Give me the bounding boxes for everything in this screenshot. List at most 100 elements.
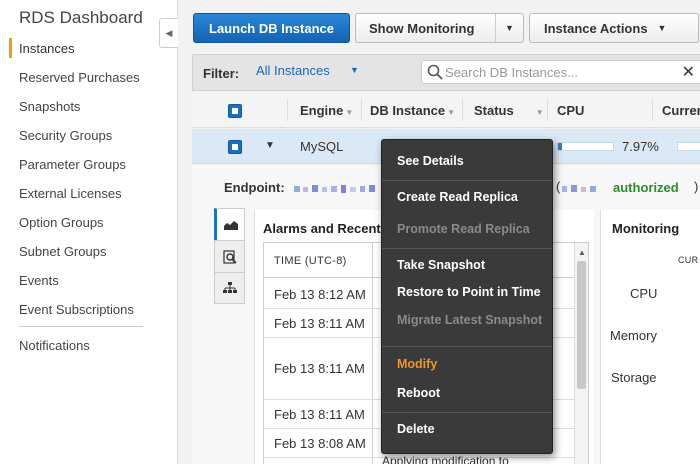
- search-input[interactable]: [445, 63, 665, 81]
- time-column-header: TIME (UTC-8): [274, 255, 347, 267]
- column-header-status[interactable]: Status ▼: [474, 103, 544, 118]
- column-divider: [652, 99, 653, 121]
- column-divider: [287, 99, 288, 121]
- active-indicator: [9, 38, 12, 58]
- chevron-down-icon[interactable]: ▼: [350, 65, 359, 75]
- instance-actions-menu: See Details Create Read Replica Promote …: [381, 139, 553, 454]
- monitoring-panel: Monitoring CUR CPU Memory Storage: [600, 210, 700, 464]
- cpu-usage-fill: [558, 143, 563, 150]
- alarm-message-partial: Applying modification to: [382, 454, 509, 464]
- tab-monitoring-view[interactable]: [214, 208, 245, 240]
- sidebar-item-events[interactable]: Events: [19, 273, 59, 288]
- alarm-time: Feb 13 8:08 AM: [274, 436, 366, 451]
- cpu-value: 7.97%: [622, 139, 659, 154]
- open-paren: (: [556, 179, 561, 194]
- column-divider: [462, 99, 463, 121]
- search-box: ✕: [421, 60, 700, 84]
- expand-row-icon[interactable]: ▼: [265, 140, 275, 151]
- table-header: Engine▼ DB Instance▼ Status▼ CPU Curren: [192, 93, 700, 128]
- endpoint-label: Endpoint:: [224, 180, 285, 195]
- menu-item-take-snapshot[interactable]: Take Snapshot: [397, 258, 485, 272]
- scrollbar-thumb[interactable]: [577, 261, 586, 389]
- column-header-cpu[interactable]: CPU: [557, 103, 584, 118]
- area-chart-icon: [223, 221, 238, 230]
- sidebar-item-reserved-purchases[interactable]: Reserved Purchases: [19, 70, 140, 85]
- metric-cpu: CPU: [630, 286, 658, 301]
- menu-item-create-read-replica[interactable]: Create Read Replica: [397, 190, 518, 204]
- sort-icon: ▼: [345, 108, 354, 117]
- filter-label: Filter:: [203, 66, 240, 81]
- column-divider: [361, 99, 362, 121]
- monitoring-title: Monitoring: [612, 221, 680, 236]
- authorized-status: authorized: [613, 180, 679, 195]
- filter-dropdown[interactable]: All Instances: [256, 63, 330, 78]
- cpu-usage-bar: [557, 142, 614, 151]
- magnify-page-icon: [222, 249, 237, 264]
- redacted-endpoint: [294, 185, 375, 193]
- menu-item-reboot[interactable]: Reboot: [397, 386, 440, 400]
- close-icon[interactable]: ✕: [682, 62, 695, 82]
- select-all-checkbox[interactable]: [228, 104, 242, 118]
- hierarchy-icon: [222, 282, 237, 293]
- caret-down-icon: ▼: [657, 23, 667, 33]
- chevron-left-icon: ◀: [165, 27, 173, 38]
- menu-divider: [382, 248, 552, 249]
- show-monitoring-button[interactable]: Show Monitoring ▼: [355, 13, 524, 43]
- collapse-sidebar-button[interactable]: ◀: [159, 18, 178, 48]
- sidebar-item-event-subscriptions[interactable]: Event Subscriptions: [19, 302, 134, 317]
- chevron-down-icon: ▼: [505, 23, 514, 33]
- menu-item-migrate-latest-snapshot: Migrate Latest Snapshot: [397, 313, 543, 327]
- instance-actions-button[interactable]: Instance Actions ▼: [529, 13, 699, 43]
- menu-divider: [382, 346, 552, 347]
- menu-divider: [382, 412, 552, 413]
- menu-item-promote-read-replica: Promote Read Replica: [397, 222, 530, 236]
- redacted-port: [562, 185, 596, 192]
- sidebar-item-notifications[interactable]: Notifications: [19, 338, 90, 353]
- show-monitoring-label: Show Monitoring: [369, 20, 475, 36]
- search-icon: [427, 64, 443, 80]
- column-header-current[interactable]: Curren: [662, 103, 700, 118]
- metric-memory: Memory: [610, 328, 657, 343]
- show-monitoring-dropdown-toggle[interactable]: ▼: [495, 14, 523, 42]
- metric-storage: Storage: [611, 370, 657, 385]
- alarm-time: Feb 13 8:11 AM: [274, 361, 365, 376]
- menu-item-modify[interactable]: Modify: [397, 357, 437, 371]
- row-checkbox[interactable]: [228, 140, 242, 154]
- menu-item-delete[interactable]: Delete: [397, 422, 435, 436]
- column-header-engine[interactable]: Engine ▼: [300, 103, 353, 118]
- menu-divider: [382, 180, 552, 181]
- alarm-time: Feb 13 8:12 AM: [274, 287, 366, 302]
- tab-topology-view[interactable]: [214, 272, 245, 304]
- sidebar-item-option-groups[interactable]: Option Groups: [19, 215, 104, 230]
- alarm-time: Feb 13 8:11 AM: [274, 316, 365, 331]
- current-activity-bar: [677, 142, 700, 151]
- close-paren: ): [694, 179, 699, 194]
- sidebar-item-external-licenses[interactable]: External Licenses: [19, 186, 122, 201]
- sidebar-item-subnet-groups[interactable]: Subnet Groups: [19, 244, 106, 259]
- scroll-up-icon[interactable]: ▲: [578, 248, 586, 257]
- column-header-status-label: Status: [474, 103, 514, 118]
- sidebar-title: RDS Dashboard: [19, 8, 143, 27]
- filter-bar: Filter: All Instances ▼ ✕: [192, 54, 700, 91]
- current-column-header: CUR: [678, 255, 699, 265]
- tab-details-view[interactable]: [214, 240, 245, 272]
- sidebar-item-snapshots[interactable]: Snapshots: [19, 99, 80, 114]
- instance-actions-label: Instance Actions: [544, 20, 648, 36]
- alarms-scrollbar[interactable]: ▲: [574, 243, 588, 464]
- launch-db-instance-button[interactable]: Launch DB Instance: [193, 13, 350, 43]
- detail-view-tabs: [214, 208, 245, 304]
- sidebar-item-instances[interactable]: Instances: [19, 41, 75, 56]
- sidebar-item-security-groups[interactable]: Security Groups: [19, 128, 112, 143]
- alarm-time: Feb 13 8:11 AM: [274, 407, 365, 422]
- menu-item-restore-point-in-time[interactable]: Restore to Point in Time: [397, 285, 541, 299]
- sidebar-divider: [19, 326, 143, 327]
- column-header-engine-label: Engine: [300, 103, 344, 118]
- column-header-db-instance-label: DB Instance: [370, 103, 446, 118]
- sidebar: RDS Dashboard Instances Reserved Purchas…: [0, 0, 178, 464]
- sort-icon: ▼: [535, 108, 544, 117]
- engine-value: MySQL: [300, 139, 344, 154]
- sidebar-item-parameter-groups[interactable]: Parameter Groups: [19, 157, 126, 172]
- column-divider: [547, 99, 548, 121]
- menu-item-see-details[interactable]: See Details: [397, 154, 464, 168]
- column-header-db-instance[interactable]: DB Instance ▼: [370, 103, 455, 118]
